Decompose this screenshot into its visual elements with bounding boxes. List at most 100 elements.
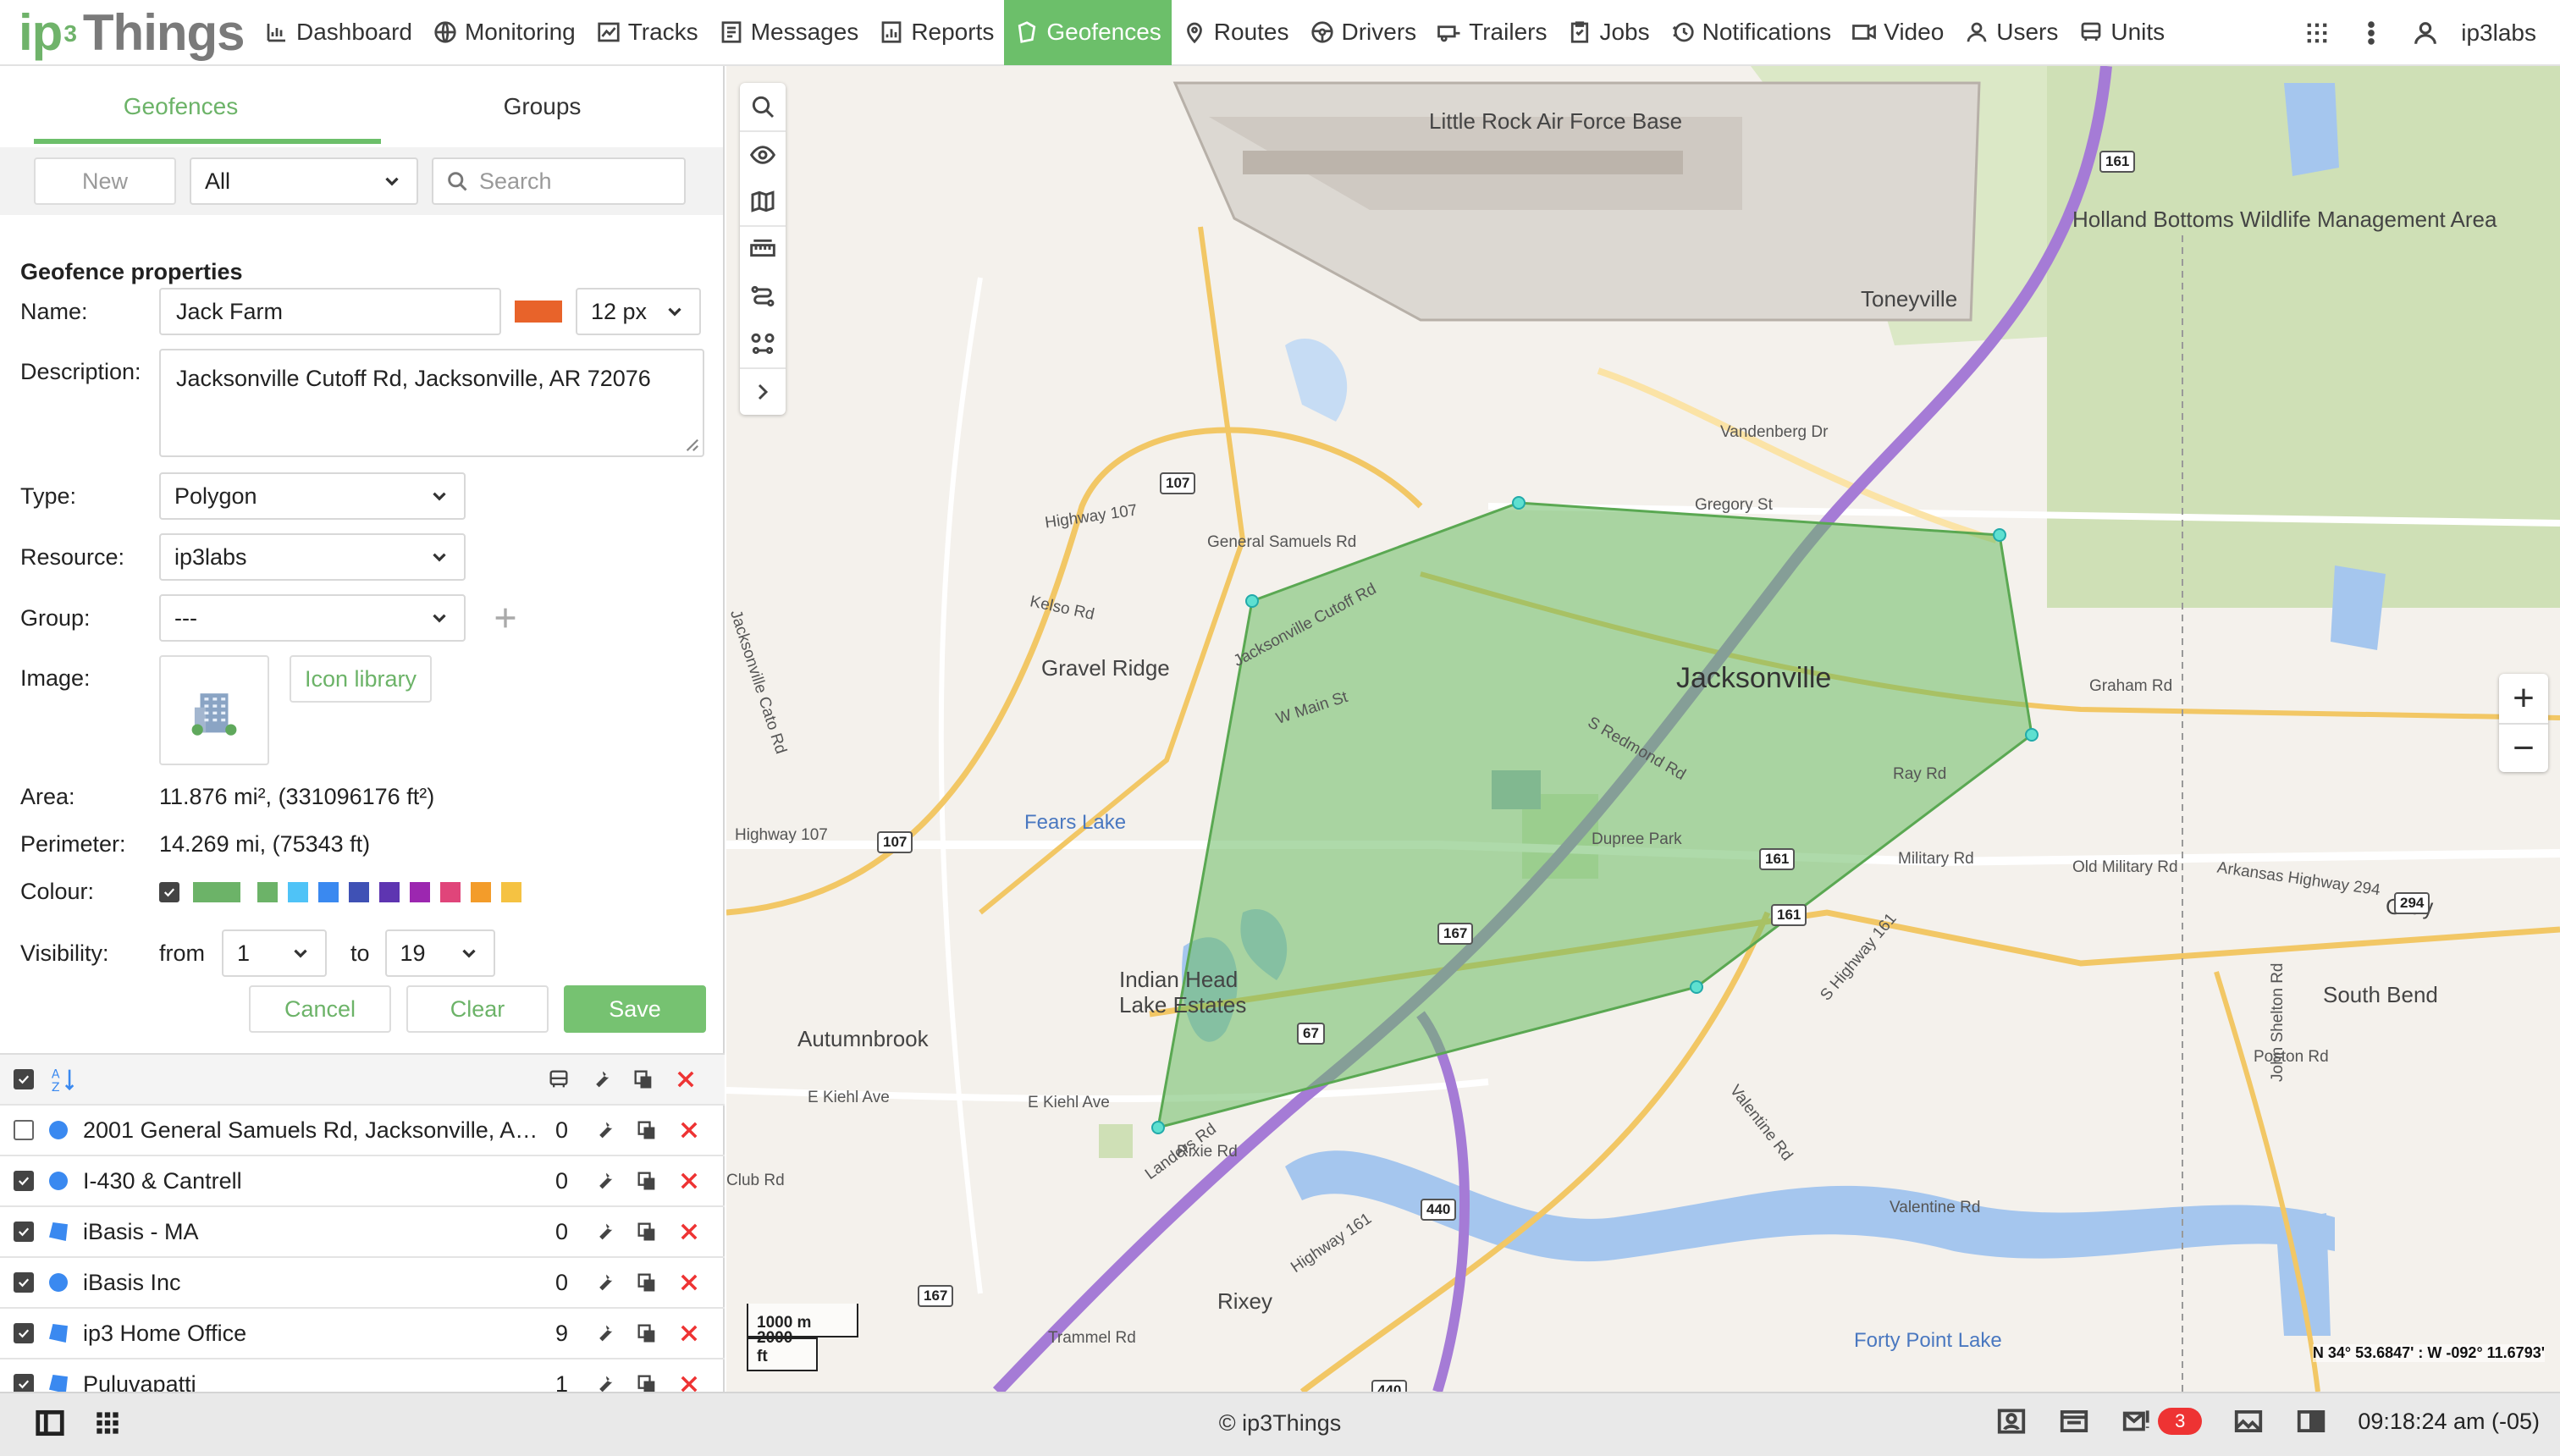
wrench-icon[interactable] <box>593 1169 616 1193</box>
map-points-button[interactable] <box>740 320 786 367</box>
line-color-swatch[interactable] <box>515 301 562 323</box>
delete-icon[interactable] <box>677 1271 701 1294</box>
delete-icon[interactable] <box>674 1067 698 1091</box>
wrench-icon[interactable] <box>593 1271 616 1294</box>
search-input[interactable]: Search <box>432 157 686 205</box>
wrench-icon[interactable] <box>593 1321 616 1345</box>
cancel-button[interactable]: Cancel <box>249 985 391 1033</box>
nav-messages[interactable]: Messages <box>709 0 869 65</box>
list-item[interactable]: iBasis Inc 0 <box>0 1258 725 1309</box>
vertex-handle[interactable] <box>1245 594 1259 608</box>
nav-geofences[interactable]: Geofences <box>1004 0 1172 65</box>
tab-groups[interactable]: Groups <box>361 66 723 147</box>
map-search-button[interactable] <box>740 83 786 130</box>
user-name[interactable]: ip3labs <box>2452 19 2560 47</box>
nav-monitoring[interactable]: Monitoring <box>422 0 586 65</box>
colour-option[interactable] <box>349 881 369 902</box>
copy-icon[interactable] <box>635 1321 659 1345</box>
visibility-from-select[interactable]: 1 <box>222 929 327 977</box>
selected-colour-swatch[interactable] <box>193 881 240 902</box>
nav-dashboard[interactable]: Dashboard <box>254 0 422 65</box>
map-route-button[interactable] <box>740 273 786 320</box>
nav-video[interactable]: Video <box>1841 0 1954 65</box>
geofence-image-picker[interactable] <box>159 655 269 765</box>
colour-option[interactable] <box>379 881 400 902</box>
vertex-handle[interactable] <box>1512 496 1526 510</box>
name-input[interactable]: Jack Farm <box>159 288 501 335</box>
colour-option[interactable] <box>318 881 339 902</box>
nav-drivers[interactable]: Drivers <box>1299 0 1427 65</box>
notifications-indicator[interactable]: 3 <box>2121 1405 2203 1437</box>
nav-users[interactable]: Users <box>1954 0 2068 65</box>
copy-icon[interactable] <box>635 1169 659 1193</box>
nav-tracks[interactable]: Tracks <box>586 0 709 65</box>
app-logo[interactable]: ip 3 Things <box>0 0 254 65</box>
sort-az-icon[interactable]: AZ <box>49 1065 78 1094</box>
list-item[interactable]: 2001 General Samuels Rd, Jacksonville, A… <box>0 1106 725 1156</box>
apps-grid-button[interactable] <box>2290 0 2344 66</box>
inbox-icon[interactable] <box>2058 1405 2090 1437</box>
colour-checkbox[interactable] <box>159 881 179 902</box>
colour-option[interactable] <box>440 881 461 902</box>
resource-select[interactable]: ip3labs <box>159 533 466 581</box>
filter-select[interactable]: All <box>190 157 418 205</box>
type-select[interactable]: Polygon <box>159 472 466 520</box>
row-checkbox[interactable] <box>14 1171 34 1191</box>
list-item[interactable]: I-430 & Cantrell 0 <box>0 1156 725 1207</box>
copy-icon[interactable] <box>632 1067 655 1091</box>
zoom-in-button[interactable]: + <box>2499 674 2548 723</box>
copy-icon[interactable] <box>635 1271 659 1294</box>
nav-units[interactable]: Units <box>2068 0 2175 65</box>
save-button[interactable]: Save <box>564 985 706 1033</box>
tab-geofences[interactable]: Geofences <box>0 66 361 147</box>
colour-option[interactable] <box>257 881 278 902</box>
row-checkbox[interactable] <box>14 1323 34 1343</box>
map-expand-tools-button[interactable] <box>740 367 786 415</box>
group-select[interactable]: --- <box>159 594 466 642</box>
colour-option[interactable] <box>471 881 491 902</box>
delete-icon[interactable] <box>677 1321 701 1345</box>
colour-option[interactable] <box>288 881 308 902</box>
nav-notifications[interactable]: Notifications <box>1660 0 1842 65</box>
copy-icon[interactable] <box>635 1220 659 1244</box>
list-item[interactable]: ip3 Home Office 9 <box>0 1309 725 1359</box>
nav-reports[interactable]: Reports <box>869 0 1004 65</box>
contact-card-icon[interactable] <box>1995 1405 2028 1437</box>
row-checkbox[interactable] <box>14 1272 34 1293</box>
list-item[interactable]: iBasis - MA 0 <box>0 1207 725 1258</box>
more-menu-button[interactable] <box>2344 0 2398 66</box>
description-textarea[interactable]: Jacksonville Cutoff Rd, Jacksonville, AR… <box>159 349 704 457</box>
map-visibility-button[interactable] <box>740 130 786 178</box>
nav-jobs[interactable]: Jobs <box>1557 0 1659 65</box>
delete-icon[interactable] <box>677 1169 701 1193</box>
resize-handle-icon[interactable] <box>684 437 699 452</box>
select-all-checkbox[interactable] <box>14 1069 34 1089</box>
clear-button[interactable]: Clear <box>406 985 549 1033</box>
icon-library-button[interactable]: Icon library <box>290 655 433 703</box>
nav-trailers[interactable]: Trailers <box>1426 0 1557 65</box>
geofence-polygon[interactable] <box>1156 501 2033 1130</box>
wrench-icon[interactable] <box>593 1118 616 1142</box>
map-view[interactable]: Little Rock Air Force Base Holland Botto… <box>726 66 2560 1392</box>
delete-icon[interactable] <box>677 1220 701 1244</box>
colour-option[interactable] <box>410 881 430 902</box>
row-checkbox[interactable] <box>14 1222 34 1242</box>
line-width-select[interactable]: 12 px <box>576 288 701 335</box>
image-icon[interactable] <box>2232 1405 2265 1437</box>
map-ruler-button[interactable] <box>740 225 786 273</box>
row-checkbox[interactable] <box>14 1120 34 1140</box>
vertex-handle[interactable] <box>2025 728 2039 742</box>
colour-option[interactable] <box>501 881 521 902</box>
new-geofence-button[interactable]: New <box>34 157 176 205</box>
user-menu-button[interactable] <box>2398 0 2452 66</box>
zoom-out-button[interactable]: − <box>2499 723 2548 772</box>
split-view-icon[interactable] <box>2295 1405 2327 1437</box>
vertex-handle[interactable] <box>1151 1121 1165 1134</box>
vertex-handle[interactable] <box>1993 528 2006 542</box>
delete-icon[interactable] <box>677 1118 701 1142</box>
map-layers-button[interactable] <box>740 178 786 225</box>
wrench-icon[interactable] <box>593 1220 616 1244</box>
copy-icon[interactable] <box>635 1118 659 1142</box>
nav-routes[interactable]: Routes <box>1172 0 1299 65</box>
visibility-to-select[interactable]: 19 <box>384 929 495 977</box>
